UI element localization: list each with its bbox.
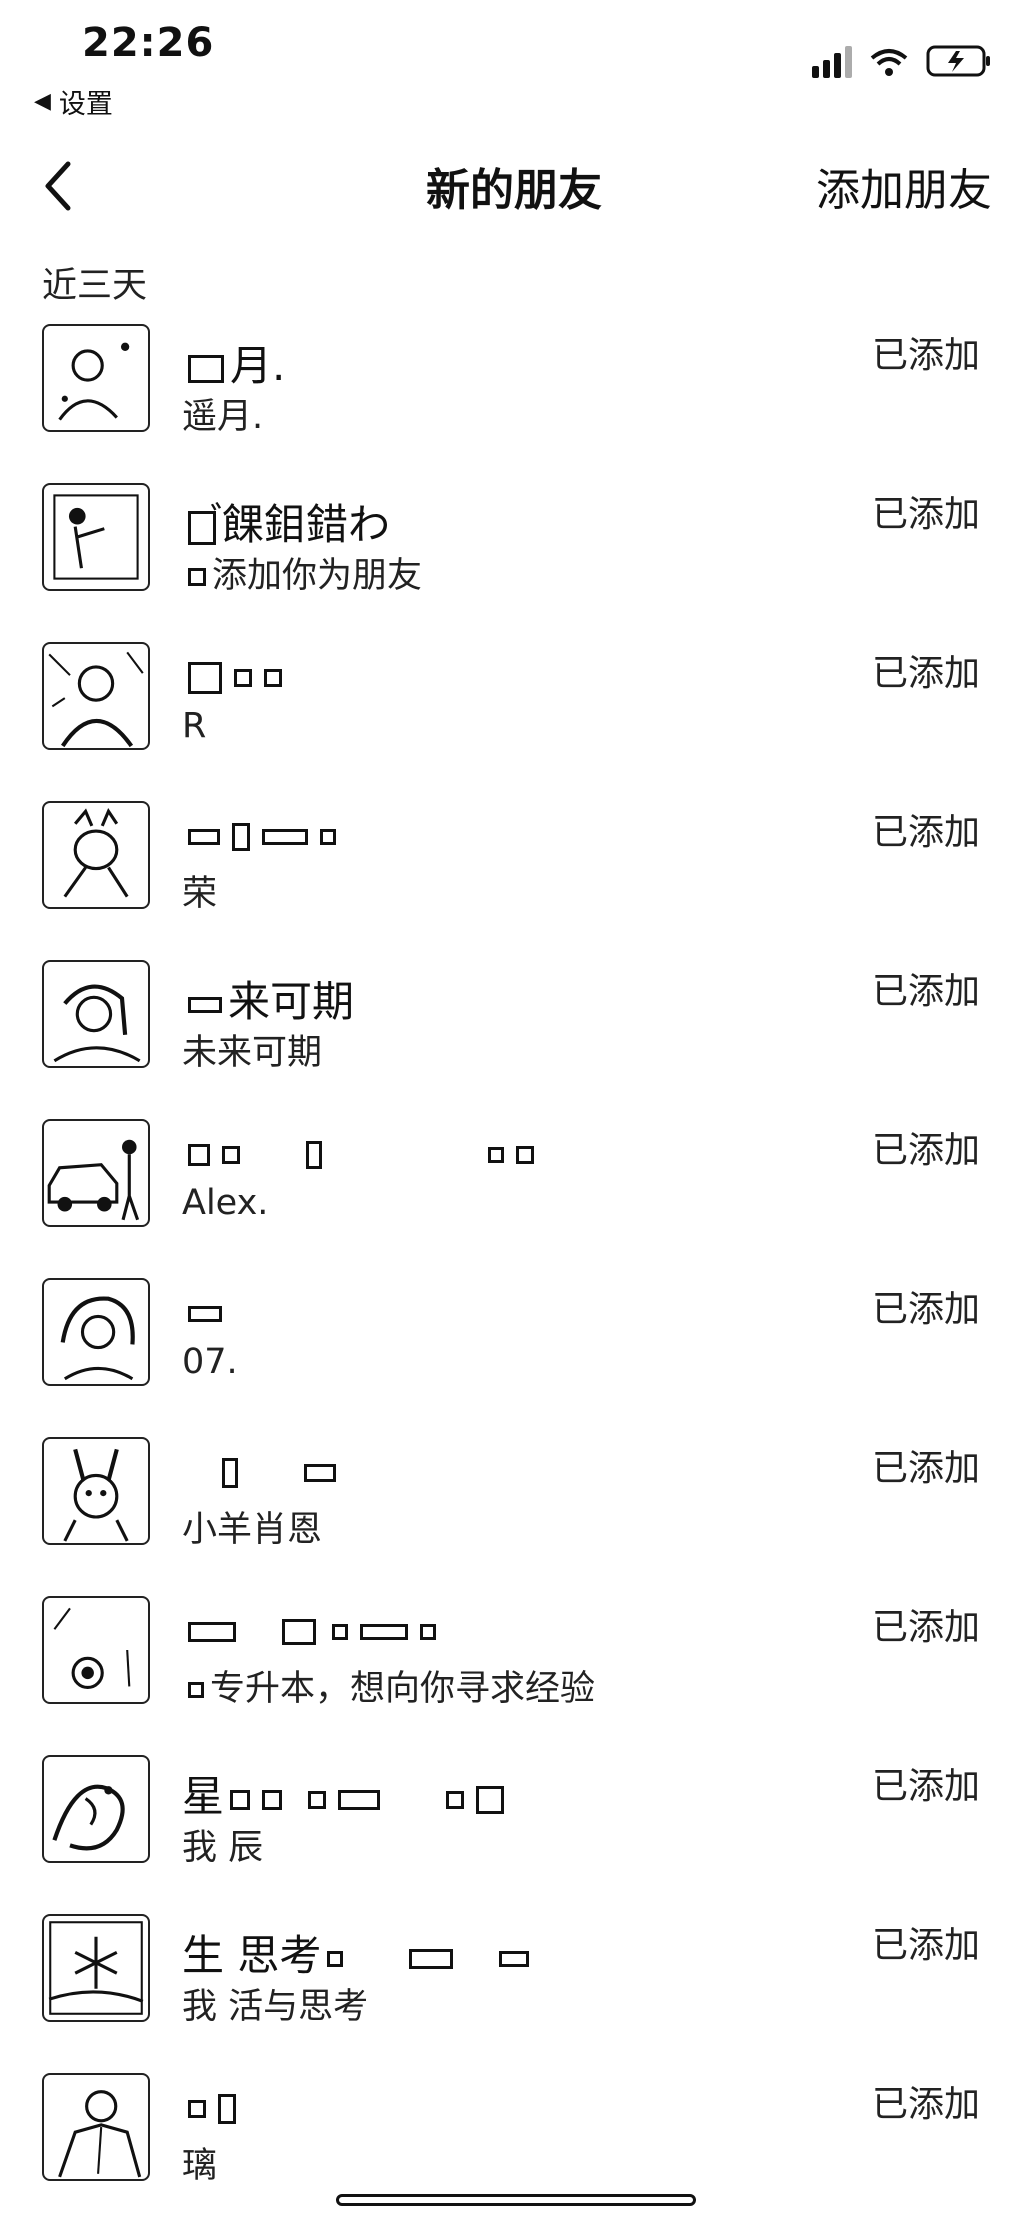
- added-status: 已添加: [871, 1607, 980, 1648]
- avatar: [42, 1914, 150, 2022]
- contact-name: [182, 809, 342, 858]
- contact-name: [182, 1127, 540, 1176]
- list-item[interactable]: Alex. 已添加: [0, 1113, 1028, 1272]
- added-status: 已添加: [871, 1925, 980, 1966]
- added-status: 已添加: [871, 1289, 980, 1330]
- added-status: 已添加: [871, 1766, 980, 1807]
- contact-name: [182, 650, 288, 699]
- added-status: 已添加: [871, 2084, 980, 2125]
- contact-name: 来可期: [182, 968, 354, 1029]
- added-status: 已添加: [871, 971, 980, 1012]
- avatar: [42, 960, 150, 1068]
- list-item[interactable]: 来可期 未来可期 已添加: [0, 954, 1028, 1113]
- wifi-icon: [870, 48, 908, 78]
- avatar: [42, 2073, 150, 2181]
- contact-note: 璃: [182, 2146, 218, 2186]
- contact-note: 07.: [182, 1342, 238, 1382]
- added-status: 已添加: [871, 812, 980, 853]
- contact-note: 专升本，想向你寻求经验: [182, 1660, 595, 1711]
- avatar: [42, 1755, 150, 1863]
- back-to-app-link[interactable]: ◀ 设置: [34, 82, 113, 121]
- back-triangle-icon: ◀: [34, 89, 51, 114]
- contact-note: R: [182, 706, 207, 746]
- avatar: [42, 1119, 150, 1227]
- contact-note: 未来可期: [182, 1033, 323, 1073]
- navigation-bar: 新的朋友 添加朋友: [0, 140, 1028, 230]
- cellular-signal-icon: [812, 44, 852, 78]
- avatar: [42, 1437, 150, 1545]
- contact-note: 我 活与思考: [182, 1987, 369, 2027]
- added-status: 已添加: [871, 494, 980, 535]
- new-friends-list: 月. 遥月. 已添加 ゙餜鉬錯わ 添加你为朋友 已添加 R 已添加 荣 已添加 …: [0, 318, 1028, 2226]
- status-time: 22:26: [82, 20, 215, 66]
- contact-note: 荣: [182, 874, 218, 914]
- avatar: [42, 483, 150, 591]
- contact-note: 小羊肖恩: [182, 1510, 323, 1550]
- contact-note: 遥月.: [182, 397, 264, 437]
- contact-note: 我 辰: [182, 1828, 264, 1868]
- avatar: [42, 801, 150, 909]
- add-friend-button[interactable]: 添加朋友: [816, 154, 992, 218]
- list-item[interactable]: 07. 已添加: [0, 1272, 1028, 1431]
- added-status: 已添加: [871, 653, 980, 694]
- contact-name: 星: [182, 1763, 510, 1824]
- avatar: [42, 1596, 150, 1704]
- battery-charging-icon: [926, 44, 992, 78]
- contact-note: 添加你为朋友: [182, 547, 422, 598]
- status-bar: 22:26 ◀ 设置: [0, 0, 1028, 120]
- contact-name: 生 思考: [182, 1922, 535, 1983]
- contact-name: 月.: [182, 332, 285, 393]
- avatar: [42, 324, 150, 432]
- contact-name: [182, 2081, 242, 2130]
- list-item[interactable]: 月. 遥月. 已添加: [0, 318, 1028, 477]
- contact-name: [182, 1286, 228, 1335]
- avatar: [42, 642, 150, 750]
- home-indicator[interactable]: [336, 2194, 696, 2206]
- avatar: [42, 1278, 150, 1386]
- contact-name: ゙餜鉬錯わ: [182, 491, 390, 552]
- list-item[interactable]: 生 思考 我 活与思考 已添加: [0, 1908, 1028, 2067]
- added-status: 已添加: [871, 1130, 980, 1171]
- contact-note: Alex.: [182, 1183, 269, 1223]
- list-item[interactable]: 小羊肖恩 已添加: [0, 1431, 1028, 1590]
- added-status: 已添加: [871, 1448, 980, 1489]
- added-status: 已添加: [871, 335, 980, 376]
- list-item[interactable]: 星 我 辰 已添加: [0, 1749, 1028, 1908]
- list-item[interactable]: 荣 已添加: [0, 795, 1028, 954]
- list-item[interactable]: ゙餜鉬錯わ 添加你为朋友 已添加: [0, 477, 1028, 636]
- list-item[interactable]: R 已添加: [0, 636, 1028, 795]
- status-icons: [812, 44, 992, 78]
- contact-name: [182, 1604, 442, 1653]
- contact-name: [182, 1445, 342, 1494]
- list-item[interactable]: 专升本，想向你寻求经验 已添加: [0, 1590, 1028, 1749]
- back-app-label: 设置: [58, 89, 113, 120]
- section-header: 近三天: [42, 266, 148, 306]
